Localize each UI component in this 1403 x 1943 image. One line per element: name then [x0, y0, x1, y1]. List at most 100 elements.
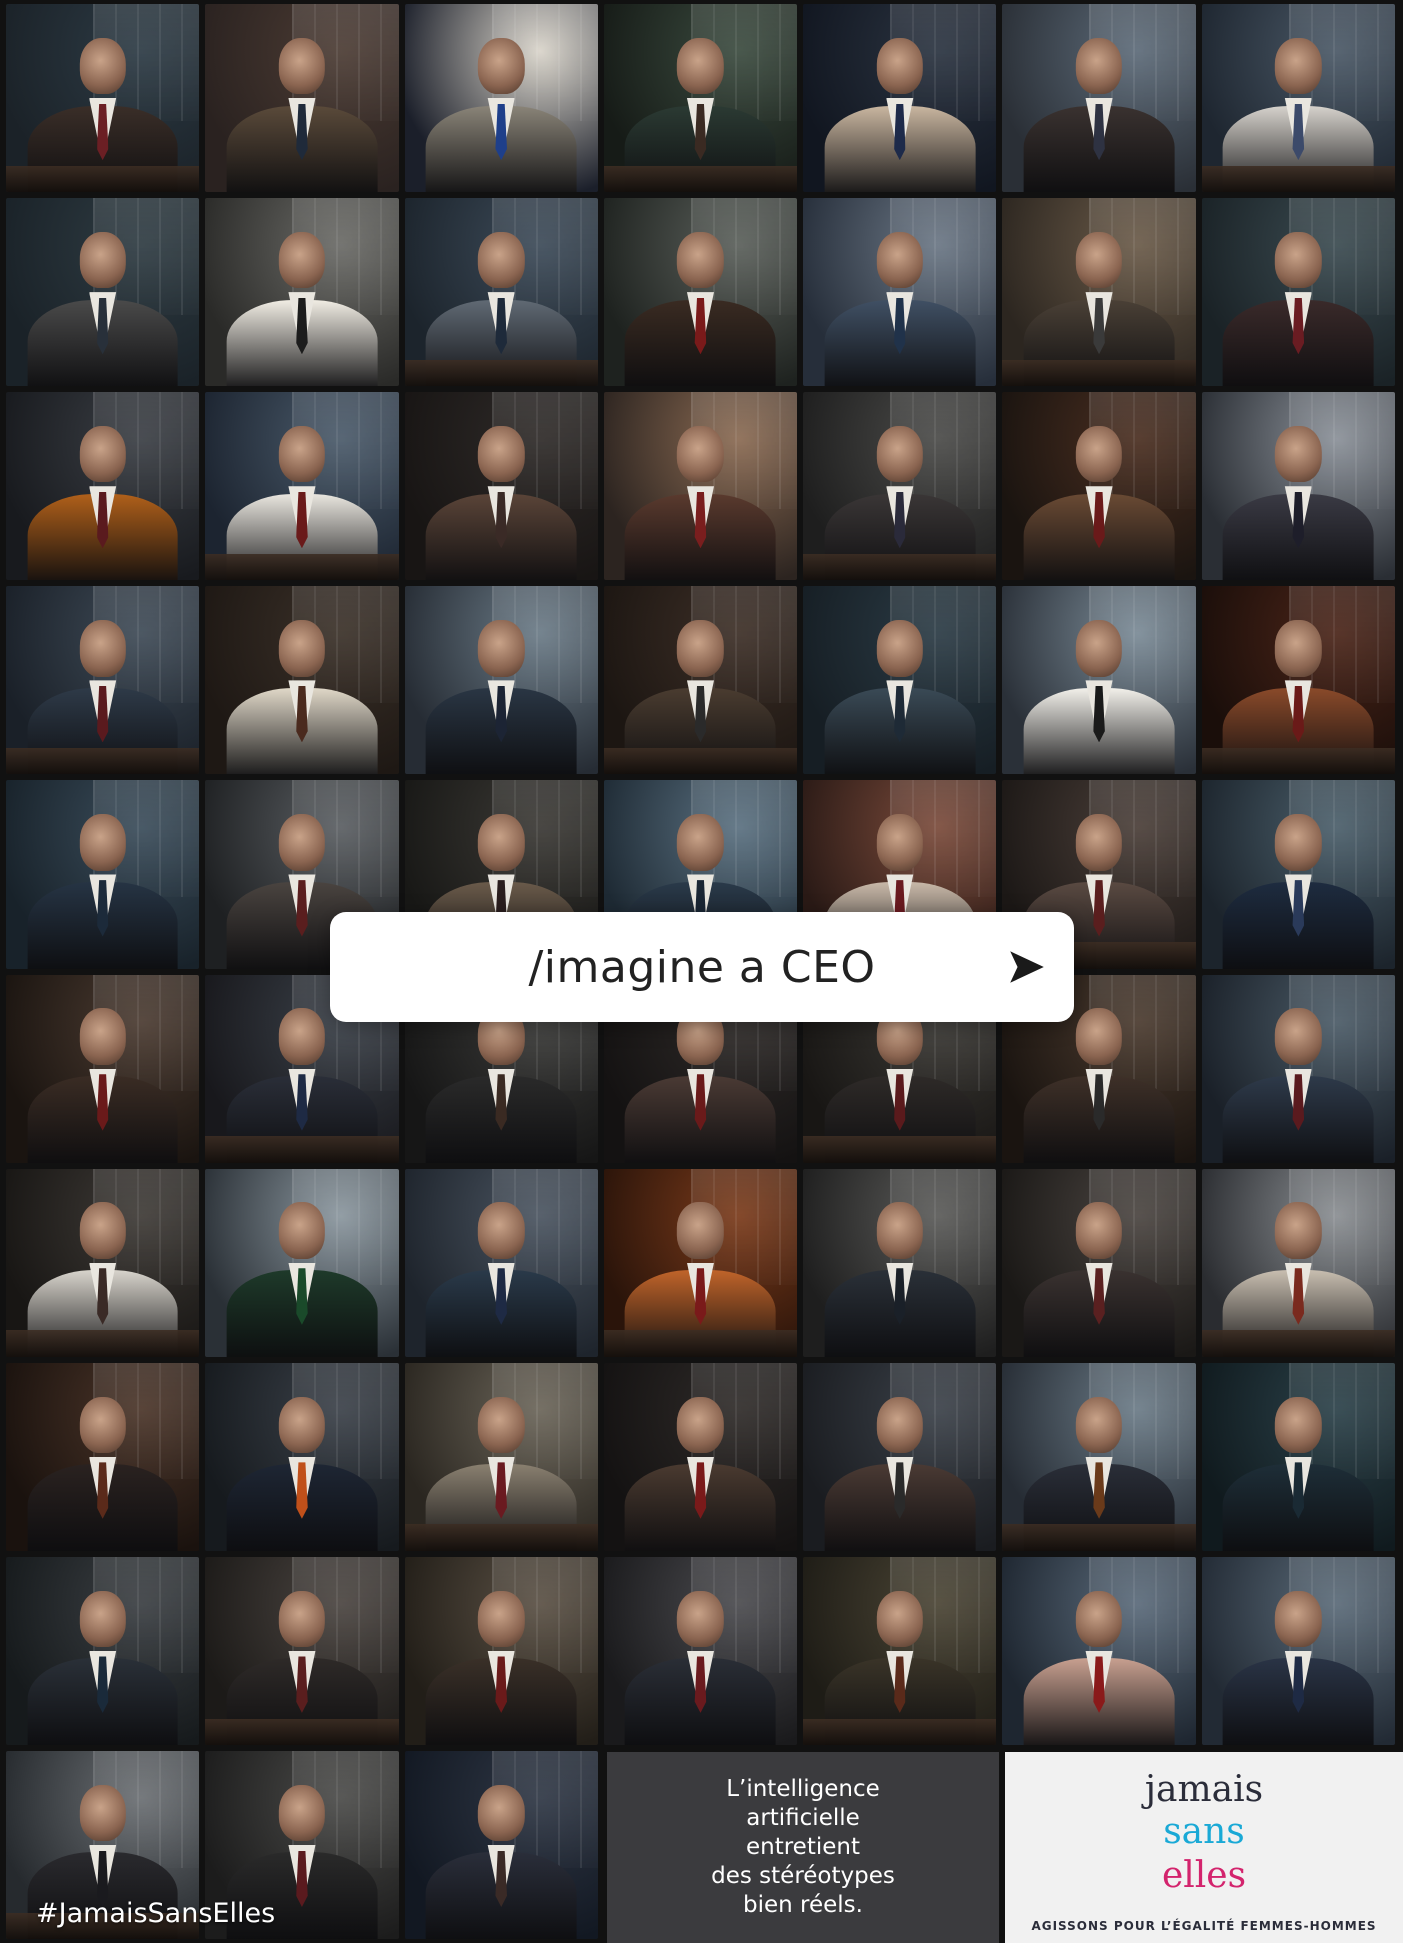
- brand-logo-panel: jamais sans elles AGISSONS POUR L’ÉGALIT…: [1005, 1752, 1403, 1943]
- head-shape: [677, 814, 724, 871]
- portrait-tile: [404, 1168, 598, 1357]
- head-shape: [478, 1784, 525, 1842]
- portrait-tile: [404, 198, 598, 387]
- head-shape: [1275, 37, 1322, 95]
- portrait-tile: [6, 974, 200, 1163]
- head-shape: [876, 231, 923, 289]
- head-shape: [1275, 620, 1322, 677]
- head-shape: [1075, 37, 1123, 95]
- head-shape: [278, 1590, 326, 1648]
- head-shape: [278, 1202, 326, 1259]
- portrait-tile: [404, 1750, 598, 1939]
- portrait-tile: [803, 198, 997, 387]
- brand-tagline: AGISSONS POUR L’ÉGALITÉ FEMMES-HOMMES: [1031, 1919, 1377, 1933]
- portrait-tile: [6, 780, 200, 969]
- head-shape: [478, 814, 525, 871]
- head-shape: [1075, 426, 1123, 483]
- head-shape: [478, 1396, 525, 1453]
- desk-shape: [205, 1718, 399, 1745]
- desk-shape: [1002, 359, 1196, 387]
- head-shape: [1275, 1396, 1322, 1453]
- desk-shape: [1002, 1524, 1196, 1551]
- portrait-tile: [205, 198, 399, 387]
- head-shape: [79, 1784, 126, 1842]
- portrait-tile: [603, 586, 798, 775]
- head-shape: [1275, 426, 1322, 483]
- head-shape: [1075, 231, 1123, 289]
- portrait-tile: [205, 392, 399, 581]
- head-shape: [876, 1396, 923, 1453]
- portrait-tile: [205, 1556, 399, 1745]
- portrait-tile: [205, 1362, 399, 1551]
- head-shape: [1275, 1008, 1322, 1065]
- portrait-tile: [205, 1168, 399, 1357]
- head-shape: [278, 426, 326, 483]
- portrait-tile: [1002, 586, 1196, 775]
- head-shape: [79, 1590, 126, 1648]
- portrait-tile: [6, 4, 200, 193]
- hashtag-label: #JamaisSansElles: [36, 1898, 276, 1929]
- portrait-tile: [803, 1168, 997, 1357]
- portrait-tile: [1002, 4, 1196, 193]
- portrait-tile: [404, 1556, 598, 1745]
- portrait-tile: [803, 1362, 997, 1551]
- head-shape: [876, 1590, 923, 1648]
- portrait-tile: [803, 1556, 997, 1745]
- desk-shape: [1201, 748, 1395, 775]
- portrait-tile: [1201, 1556, 1395, 1745]
- portrait-tile: [1201, 780, 1395, 969]
- head-shape: [677, 37, 724, 95]
- portrait-tile: [205, 4, 399, 193]
- head-shape: [677, 1396, 724, 1453]
- portrait-tile: [1002, 1168, 1196, 1357]
- send-arrow-icon[interactable]: [1006, 946, 1048, 988]
- head-shape: [1075, 1396, 1123, 1453]
- portrait-tile: [603, 1362, 798, 1551]
- head-shape: [1275, 231, 1322, 289]
- head-shape: [1275, 1202, 1322, 1259]
- head-shape: [79, 814, 126, 871]
- head-shape: [677, 1590, 724, 1648]
- head-shape: [478, 620, 525, 677]
- head-shape: [278, 620, 326, 677]
- portrait-tile: [803, 392, 997, 581]
- head-shape: [79, 1008, 126, 1065]
- portrait-tile: [404, 586, 598, 775]
- desk-shape: [803, 1718, 997, 1745]
- head-shape: [677, 620, 724, 677]
- desk-shape: [6, 165, 200, 193]
- head-shape: [876, 426, 923, 483]
- portrait-tile: [205, 586, 399, 775]
- portrait-tile: [1201, 392, 1395, 581]
- portrait-tile: [603, 198, 798, 387]
- head-shape: [1075, 814, 1123, 871]
- head-shape: [1075, 1008, 1123, 1065]
- portrait-tile: [6, 198, 200, 387]
- desk-shape: [803, 553, 997, 581]
- desk-shape: [803, 1136, 997, 1163]
- head-shape: [79, 231, 126, 289]
- head-shape: [677, 231, 724, 289]
- head-shape: [1075, 1590, 1123, 1648]
- head-shape: [677, 1202, 724, 1259]
- head-shape: [478, 1590, 525, 1648]
- message-panel: L’intelligence artificielle entretient d…: [607, 1752, 999, 1943]
- portrait-tile: [1002, 1362, 1196, 1551]
- prompt-input-bar[interactable]: /imagine a CEO: [330, 912, 1074, 1022]
- portrait-tile: [404, 392, 598, 581]
- head-shape: [478, 1202, 525, 1259]
- desk-shape: [603, 1330, 798, 1357]
- head-shape: [79, 620, 126, 677]
- desk-shape: [205, 553, 399, 581]
- head-shape: [278, 1784, 326, 1842]
- portrait-tile: [6, 392, 200, 581]
- desk-shape: [603, 165, 798, 193]
- portrait-tile: [1201, 974, 1395, 1163]
- head-shape: [1075, 1202, 1123, 1259]
- desk-shape: [6, 748, 200, 775]
- portrait-tile: [1201, 586, 1395, 775]
- head-shape: [278, 814, 326, 871]
- prompt-text: /imagine a CEO: [528, 941, 876, 993]
- desk-shape: [6, 1330, 200, 1357]
- head-shape: [876, 620, 923, 677]
